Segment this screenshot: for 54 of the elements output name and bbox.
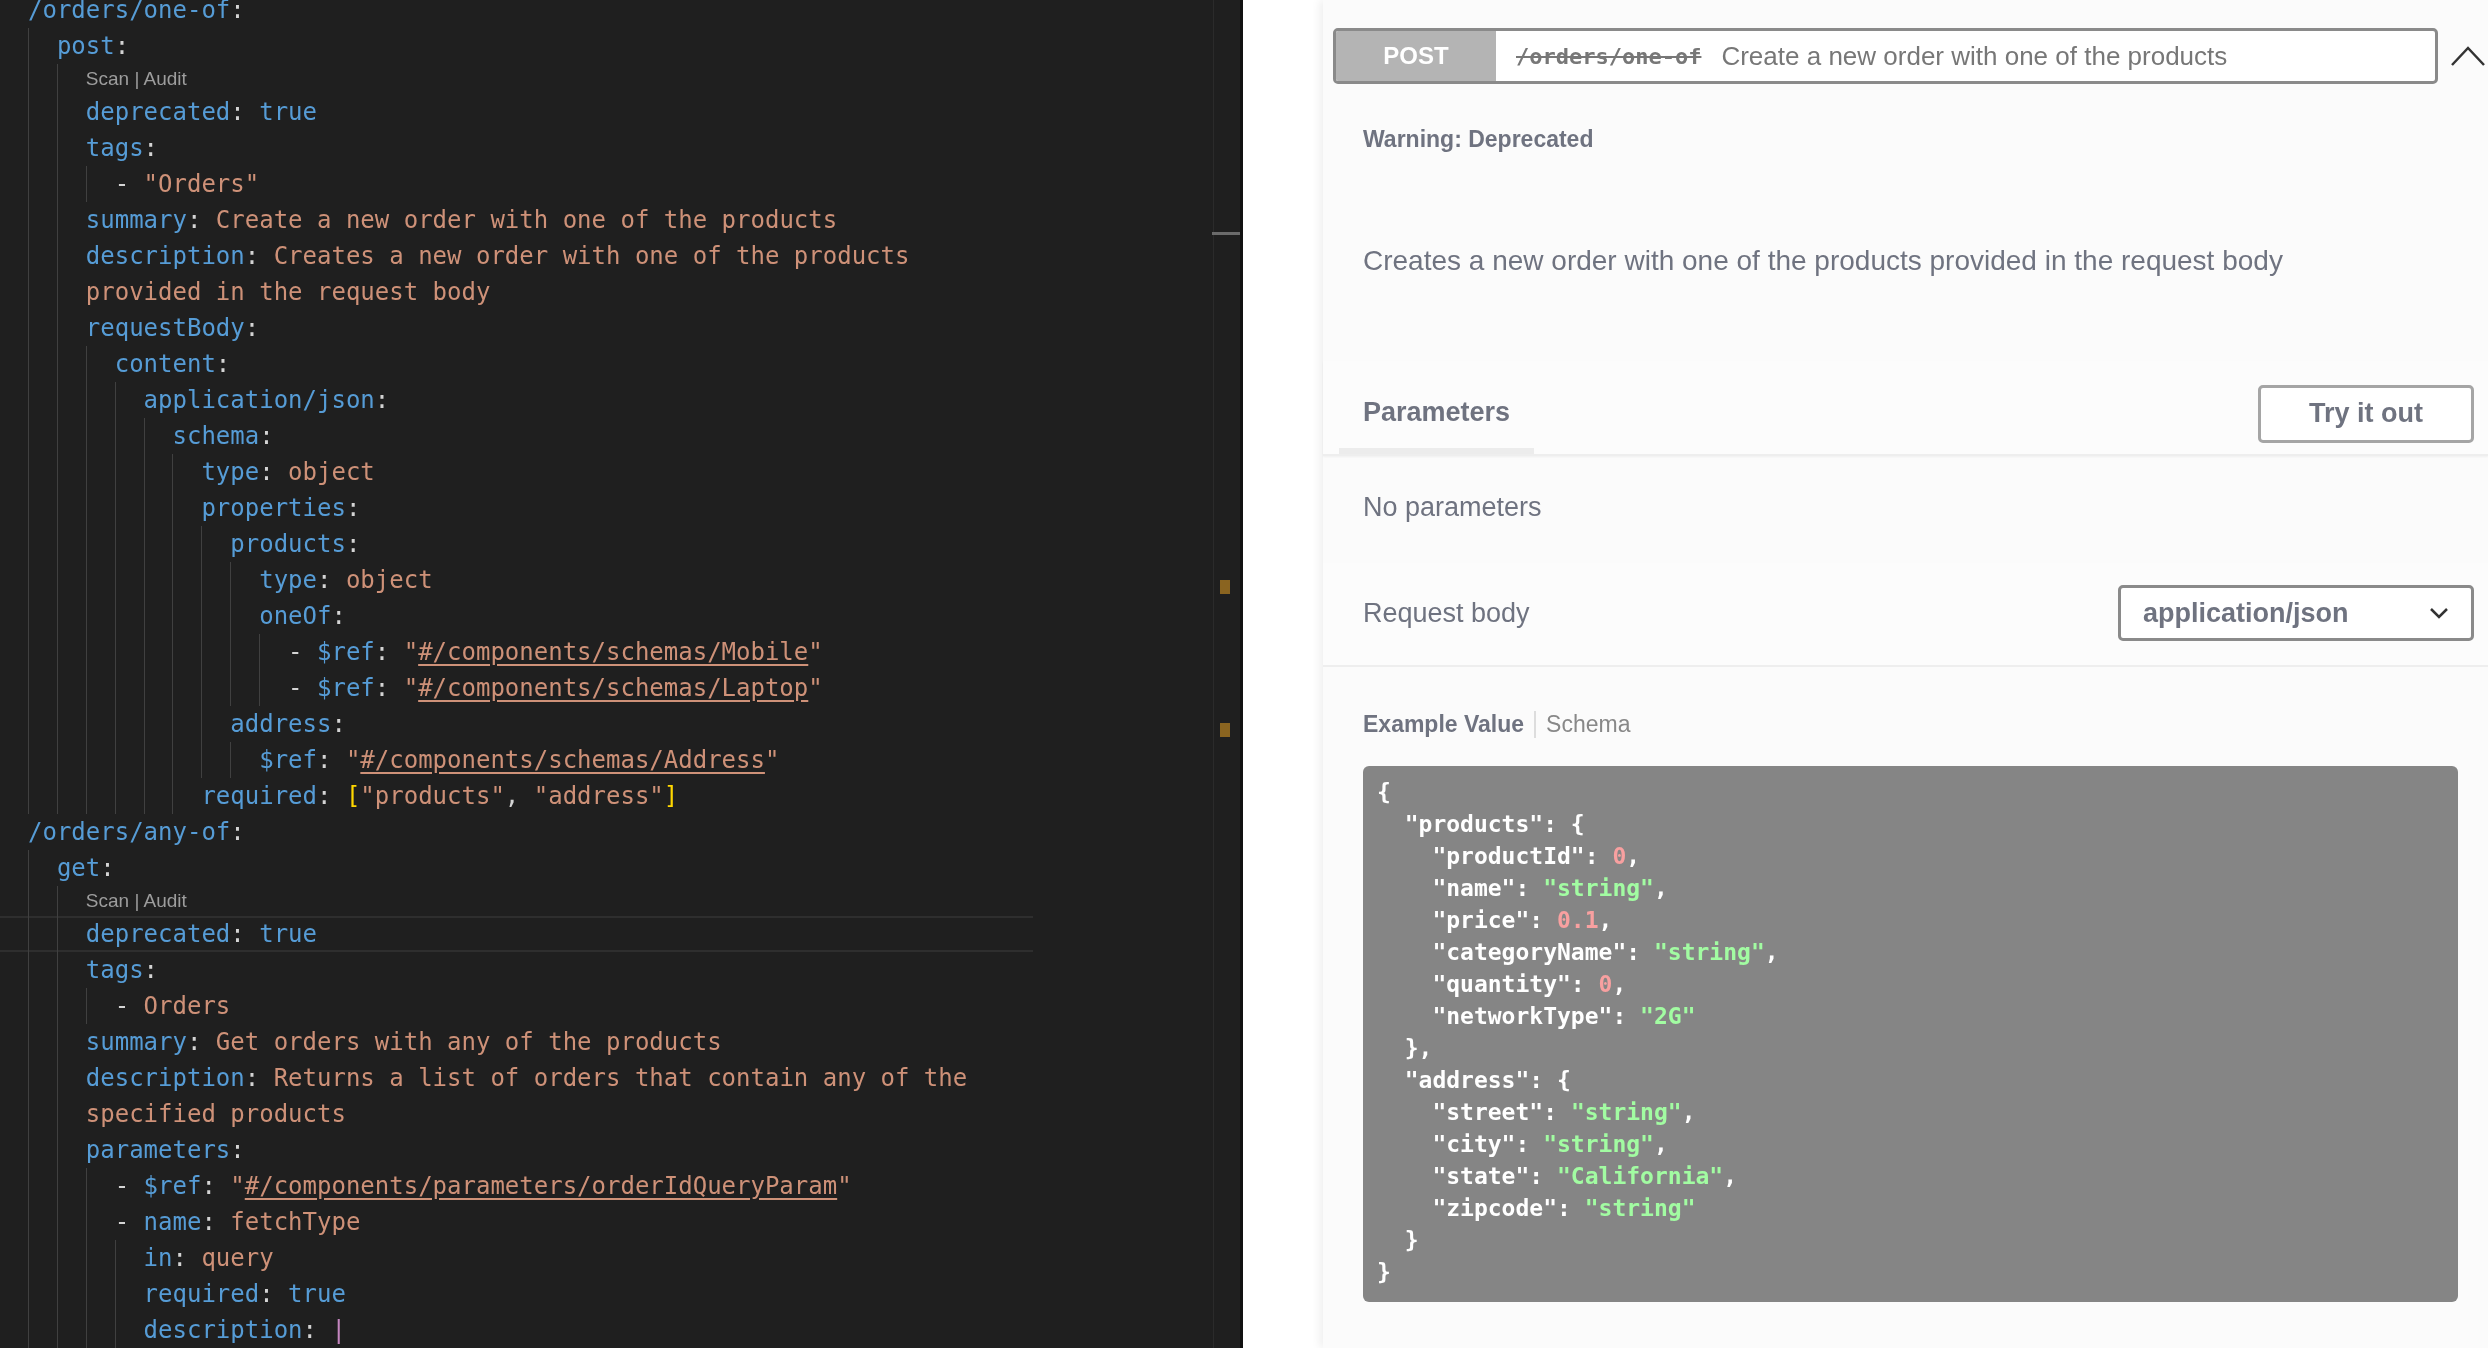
code-line: - $ref: "#/components/schemas/Laptop" [288,673,823,704]
code-line: - $ref: "#/components/schemas/Mobile" [288,637,823,668]
code-line: requestBody: [85,313,260,344]
code-line: summary: Get orders with any of the products [85,1027,722,1058]
code-line: description: | [143,1315,346,1346]
code-line: application/json: [143,385,390,416]
code-line: /orders/any-of: [28,817,245,848]
code-line: content: [114,349,231,380]
code-line: parameters: [85,1135,245,1166]
operation-summary[interactable]: POST /orders/one-of Create a new order with one of the products [1333,28,2438,84]
code-line: description: Returns a list of orders that contain any of the [85,1063,968,1094]
code-line: summary: Create a new order with one of the products [85,205,838,236]
code-line: get: [56,853,115,884]
code-line: tags: [85,133,159,164]
code-line: deprecated: true [85,919,317,950]
code-line: type: object [201,457,375,488]
method-badge: POST [1336,31,1496,81]
example-value-code: { "products": { "productId": 0, "name": "string", "price": 0.1, "categoryName": "string", "quantity": 0, "networkType": "2G" }, "address": { "street": "string", "city": "string", "state": "California", "zipcode": "string" } } [1363,766,2458,1302]
code-line: - Orders [114,991,231,1022]
example-tab[interactable]: Schema [1534,711,1641,738]
deprecation-warning: Warning: Deprecated [1363,126,1595,153]
content-type-select[interactable]: application/json [2118,585,2474,641]
code-line: - name: fetchType [114,1207,361,1238]
code-line: tags: [85,955,159,986]
code-line: $ref: "#/components/schemas/Address" [259,745,780,776]
code-line: deprecated: true [85,97,317,128]
code-line: /orders/one-of: [28,0,245,26]
code-line: required: true [143,1279,346,1310]
code-line: schema: [172,421,274,452]
code-line: specified products [85,1099,346,1130]
try-it-out-button[interactable]: Try it out [2258,384,2474,443]
example-tab[interactable]: Example Value [1363,711,1535,738]
no-parameters-text: No parameters [1362,491,1543,524]
operation-path: /orders/one-of [1516,43,1702,69]
operation-summary-text: Create a new order with one of the products [1721,40,2228,72]
code-line: provided in the request body [85,277,491,308]
chevron-down-icon [2429,607,2449,619]
parameters-tab[interactable]: Parameters [1339,383,1535,454]
code-line: description: Creates a new order with one of the products [85,241,910,272]
codelens-link[interactable]: Scan | Audit [85,886,187,916]
chevron-icon[interactable] [2450,45,2486,67]
request-body-label: Request body [1363,597,1530,629]
code-line: in: query [143,1243,274,1274]
code-line: type: object [259,565,433,596]
code-line: - $ref: "#/components/parameters/orderIdQueryParam" [114,1171,852,1202]
code-line: - "Orders" [114,169,260,200]
code-line: properties: [201,493,361,524]
code-line: post: [56,31,130,62]
codelens-link[interactable]: Scan | Audit [85,64,187,94]
operation-description: Creates a new order with one of the products provided in the request body [1363,245,2284,278]
code-line: products: [230,529,361,560]
code-line: oneOf: [259,601,346,632]
code-line: required: ["products", "address"] [201,781,679,812]
code-line: address: [230,709,346,740]
